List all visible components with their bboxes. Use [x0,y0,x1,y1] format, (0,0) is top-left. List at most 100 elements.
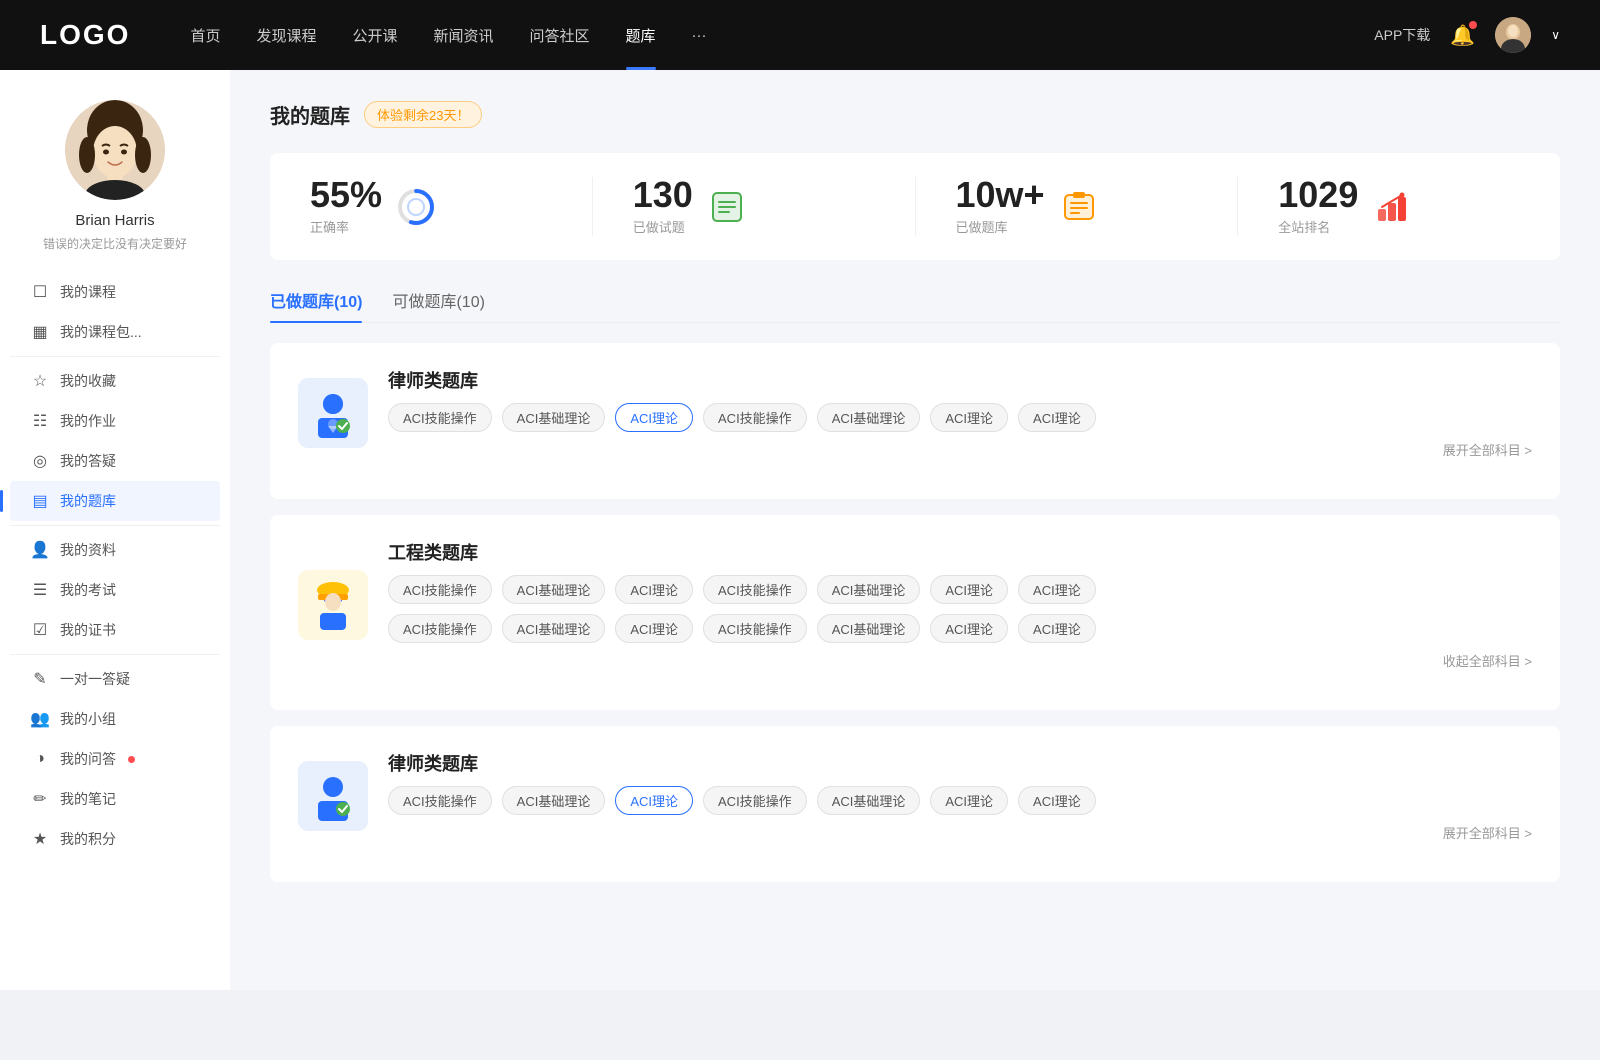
sidebar-item-label: 我的题库 [60,491,116,511]
nav-public[interactable]: 公开课 [352,25,397,46]
trial-badge: 体验剩余23天！ [364,101,482,128]
bank-tag-selected[interactable]: ACI理论 [615,786,693,815]
sidebar-item-label: 我的课程 [60,282,116,302]
sidebar-item-homework[interactable]: ☷ 我的作业 [10,401,220,441]
nav-qa[interactable]: 问答社区 [530,25,590,46]
bank-tag[interactable]: ACI基础理论 [502,614,606,643]
sidebar-avatar [65,100,165,200]
user-menu-chevron[interactable]: ∨ [1551,28,1560,42]
page-title: 我的题库 [270,100,350,129]
bank-header-engineering: 工程类题库 ACI技能操作 ACI基础理论 ACI理论 ACI技能操作 ACI基… [298,539,1532,670]
stat-accuracy-icon [396,187,436,227]
bank-tag[interactable]: ACI基础理论 [502,575,606,604]
groups-icon: 👥 [30,709,50,729]
bank-tag[interactable]: ACI理论 [1018,575,1096,604]
coursepack-icon: ▦ [30,322,50,342]
bank-tag[interactable]: ACI理论 [1018,403,1096,432]
bank-tag[interactable]: ACI理论 [930,403,1008,432]
nav-menu: 首页 发现课程 公开课 新闻资讯 问答社区 题库 ··· [190,25,1374,46]
sidebar-item-exam[interactable]: ☰ 我的考试 [10,570,220,610]
sidebar-item-points[interactable]: ★ 我的积分 [10,819,220,859]
sidebar-item-questionbank[interactable]: ▤ 我的题库 [10,481,220,521]
stat-done-questions-icon [707,187,747,227]
favorites-icon: ☆ [30,371,50,391]
nav-home[interactable]: 首页 [190,25,220,46]
sidebar-avatar-image [65,100,165,200]
bank-tag[interactable]: ACI基础理论 [817,575,921,604]
bank-tag[interactable]: ACI理论 [615,614,693,643]
bank-tag[interactable]: ACI基础理论 [502,786,606,815]
tab-done[interactable]: 已做题库(10) [270,288,362,322]
sidebar-item-label: 我的问答 [60,749,116,769]
stat-done-banks-icon [1059,187,1099,227]
avatar-image [1495,17,1531,53]
bank-body-lawyer: 律师类题库 ACI技能操作 ACI基础理论 ACI理论 ACI技能操作 ACI基… [388,367,1532,459]
stat-rank-number: 1029 [1278,177,1358,213]
navbar: LOGO 首页 发现课程 公开课 新闻资讯 问答社区 题库 ··· APP下载 … [0,0,1600,70]
nav-discover[interactable]: 发现课程 [256,25,316,46]
bank-tag[interactable]: ACI技能操作 [703,403,807,432]
notification-bell[interactable]: 🔔 [1450,23,1475,48]
stat-accuracy-label: 正确率 [310,217,382,236]
sidebar-item-favorites[interactable]: ☆ 我的收藏 [10,361,220,401]
one-on-one-icon: ✎ [30,669,50,689]
bank-footer-lawyer2: 展开全部科目 > [388,823,1532,842]
stat-done-banks: 10w+ 已做题库 [916,177,1239,236]
bank-tag[interactable]: ACI理论 [930,786,1008,815]
bank-tag-selected[interactable]: ACI理论 [615,403,693,432]
app-download-btn[interactable]: APP下载 [1374,25,1430,45]
bank-icon-lawyer [298,378,368,448]
sidebar-item-label: 我的收藏 [60,371,116,391]
bank-tag[interactable]: ACI基础理论 [817,403,921,432]
expand-all-btn-2[interactable]: 展开全部科目 > [1443,823,1532,842]
nav-more[interactable]: ··· [692,27,707,44]
nav-news[interactable]: 新闻资讯 [434,25,494,46]
bank-tag[interactable]: ACI理论 [1018,614,1096,643]
sidebar-item-groups[interactable]: 👥 我的小组 [10,699,220,739]
bank-tag[interactable]: ACI基础理论 [817,786,921,815]
bank-title-lawyer: 律师类题库 [388,367,1532,393]
bank-tag[interactable]: ACI理论 [615,575,693,604]
sidebar-item-myqa[interactable]: ◑ 我的问答 [10,739,220,779]
sidebar-item-label: 我的答疑 [60,451,116,471]
sidebar-item-notes[interactable]: ✏ 我的笔记 [10,779,220,819]
bank-tag[interactable]: ACI理论 [1018,786,1096,815]
tab-available[interactable]: 可做题库(10) [392,288,484,322]
sidebar-menu: ☐ 我的课程 ▦ 我的课程包... ☆ 我的收藏 ☷ 我的作业 ◎ 我的答疑 ▤ [0,272,230,859]
sidebar-item-label: 我的资料 [60,540,116,560]
sidebar-item-profile[interactable]: 👤 我的资料 [10,530,220,570]
bank-tag[interactable]: ACI基础理论 [502,403,606,432]
doubts-icon: ◎ [30,451,50,471]
bank-tag[interactable]: ACI技能操作 [703,786,807,815]
sidebar-item-coursepack[interactable]: ▦ 我的课程包... [10,312,220,352]
homework-icon: ☷ [30,411,50,431]
sidebar-item-label: 我的作业 [60,411,116,431]
sidebar-item-doubts[interactable]: ◎ 我的答疑 [10,441,220,481]
sidebar: Brian Harris 错误的决定比没有决定要好 ☐ 我的课程 ▦ 我的课程包… [0,70,230,990]
bank-tag[interactable]: ACI技能操作 [703,614,807,643]
bank-header-lawyer: 律师类题库 ACI技能操作 ACI基础理论 ACI理论 ACI技能操作 ACI基… [298,367,1532,459]
sidebar-item-one-on-one[interactable]: ✎ 一对一答疑 [10,659,220,699]
certificate-icon: ☑ [30,620,50,640]
logo[interactable]: LOGO [40,19,130,51]
bank-tags-engineering-row1: ACI技能操作 ACI基础理论 ACI理论 ACI技能操作 ACI基础理论 AC… [388,575,1532,604]
avatar[interactable] [1495,17,1531,53]
collapse-all-btn[interactable]: 收起全部科目 > [1443,651,1532,670]
stat-accuracy: 55% 正确率 [310,177,593,236]
bank-icon-engineering [298,570,368,640]
bank-tag[interactable]: ACI技能操作 [388,575,492,604]
sidebar-item-course[interactable]: ☐ 我的课程 [10,272,220,312]
sidebar-item-certificate[interactable]: ☑ 我的证书 [10,610,220,650]
bank-tag[interactable]: ACI基础理论 [817,614,921,643]
bank-section-lawyer2: 律师类题库 ACI技能操作 ACI基础理论 ACI理论 ACI技能操作 ACI基… [270,726,1560,882]
bank-tag[interactable]: ACI技能操作 [388,403,492,432]
stat-accuracy-text: 55% 正确率 [310,177,382,236]
sidebar-item-label: 我的小组 [60,709,116,729]
bank-tag[interactable]: ACI技能操作 [703,575,807,604]
bank-tag[interactable]: ACI理论 [930,575,1008,604]
bank-tag[interactable]: ACI技能操作 [388,614,492,643]
nav-questionbank[interactable]: 题库 [626,25,656,46]
expand-all-btn[interactable]: 展开全部科目 > [1443,440,1532,459]
bank-tag[interactable]: ACI理论 [930,614,1008,643]
bank-tag[interactable]: ACI技能操作 [388,786,492,815]
